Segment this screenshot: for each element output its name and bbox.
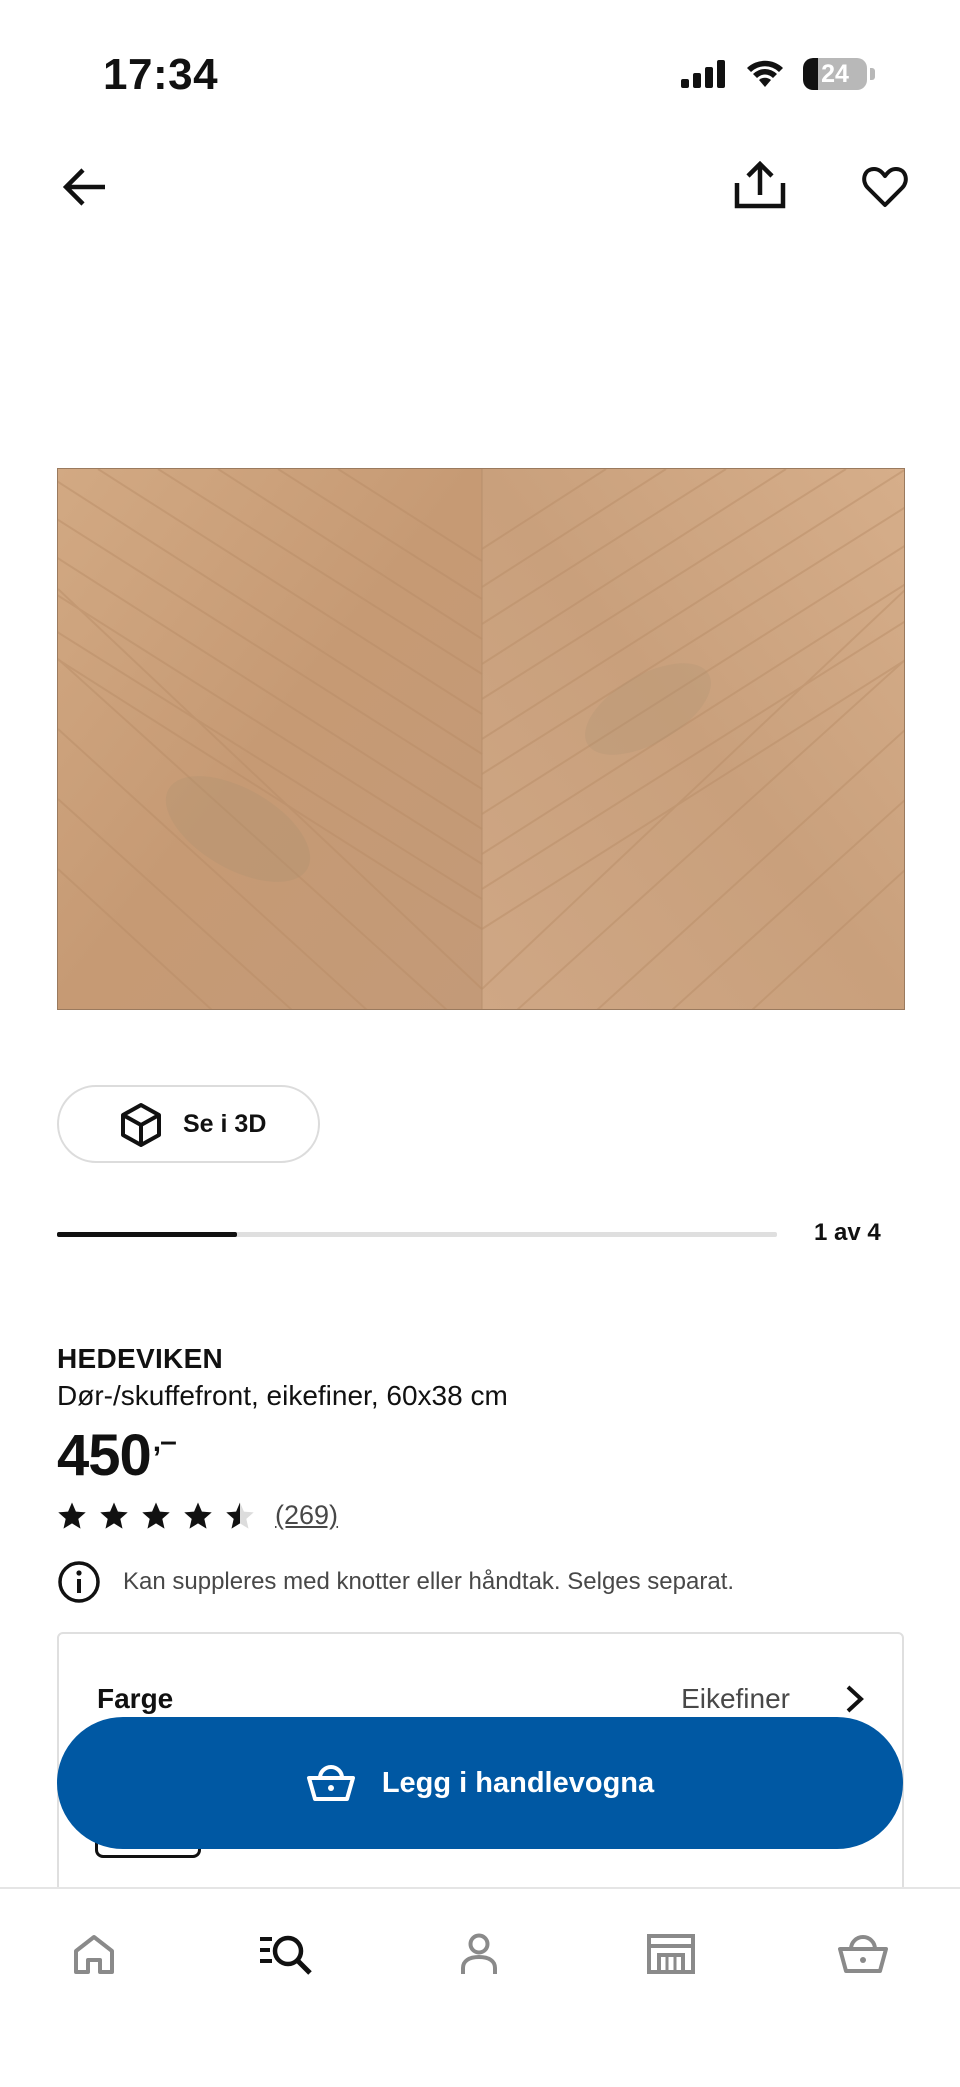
- tab-search[interactable]: [251, 1924, 321, 1984]
- tab-store[interactable]: [636, 1924, 706, 1984]
- wifi-icon: [747, 60, 783, 87]
- back-arrow-icon: [63, 168, 105, 206]
- back-button[interactable]: [55, 162, 115, 212]
- bottom-nav: [0, 1887, 960, 2087]
- color-option-value: Eikefiner: [681, 1683, 790, 1714]
- review-count-link[interactable]: (269): [275, 1500, 338, 1531]
- heart-icon: [862, 167, 908, 207]
- cart-icon: [838, 1935, 888, 1973]
- battery-icon: 24: [803, 58, 867, 90]
- store-icon: [647, 1934, 695, 1974]
- tab-cart[interactable]: [828, 1924, 898, 1984]
- basket-icon: [306, 1765, 355, 1801]
- view-3d-label: Se i 3D: [183, 1109, 267, 1138]
- cube-3d-icon: [121, 1103, 161, 1147]
- status-time: 17:34: [103, 50, 219, 99]
- share-button[interactable]: [730, 155, 790, 215]
- status-bar: 17:34 24: [0, 0, 960, 150]
- profile-icon: [461, 1933, 497, 1974]
- home-icon: [74, 1935, 114, 1974]
- star-full-icon: [142, 1502, 170, 1529]
- star-full-icon: [184, 1502, 212, 1529]
- add-to-cart-button[interactable]: Legg i handlevogna: [57, 1717, 903, 1849]
- signal-icon: [681, 60, 725, 88]
- gallery-progress-bar[interactable]: [57, 1232, 777, 1237]
- view-3d-button[interactable]: Se i 3D: [57, 1085, 320, 1163]
- info-text: Kan suppleres med knotter eller håndtak.…: [123, 1568, 735, 1595]
- star-half-icon: [226, 1502, 254, 1529]
- wood-veneer-image: [58, 469, 904, 1009]
- rating-stars: [57, 1501, 255, 1531]
- info-row: Kan suppleres med knotter eller håndtak.…: [57, 1560, 734, 1604]
- search-icon: [260, 1935, 312, 1975]
- info-icon: [58, 1561, 100, 1603]
- price-suffix: ,–: [152, 1425, 177, 1458]
- color-option-label: Farge: [97, 1683, 174, 1714]
- price-value: 450: [57, 1423, 152, 1488]
- status-icons: 24: [681, 58, 875, 90]
- tab-home[interactable]: [59, 1924, 129, 1984]
- product-description: Dør-/skuffefront, eikefiner, 60x38 cm: [57, 1380, 508, 1411]
- product-name: HEDEVIKEN: [57, 1343, 224, 1374]
- gallery-position-label: 1 av 4: [814, 1219, 881, 1246]
- star-full-icon: [58, 1502, 86, 1529]
- gallery-progress-fill: [57, 1232, 237, 1237]
- share-icon: [734, 161, 786, 209]
- tab-profile[interactable]: [444, 1924, 514, 1984]
- rating-row[interactable]: (269): [57, 1500, 338, 1531]
- add-to-cart-label: Legg i handlevogna: [381, 1766, 655, 1799]
- chevron-right-icon: [846, 1685, 864, 1713]
- top-nav: [0, 150, 960, 225]
- product-price: 450,–: [57, 1422, 177, 1489]
- favorite-button[interactable]: [855, 157, 915, 217]
- star-full-icon: [100, 1502, 128, 1529]
- battery-level: 24: [821, 59, 849, 88]
- product-image[interactable]: [57, 468, 905, 1010]
